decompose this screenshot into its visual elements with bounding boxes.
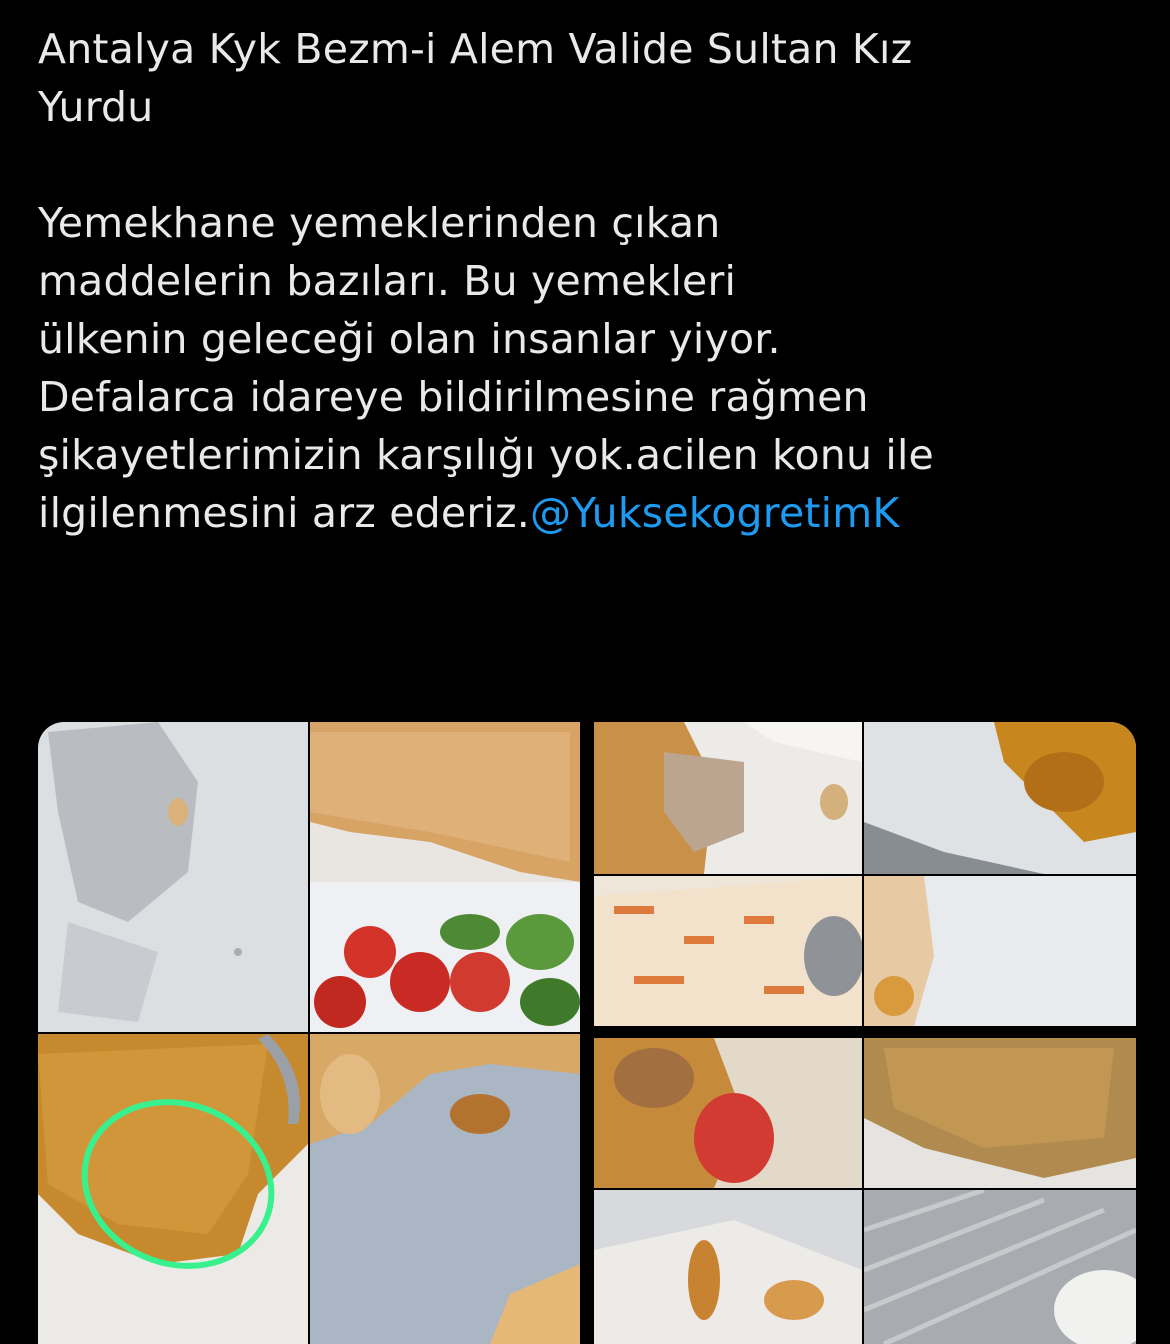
bulgur-with-circle-photo[interactable] (38, 1034, 308, 1344)
tweet-line-text: ilgilenmesini arz ederiz. (38, 489, 530, 537)
stew-tomato-photo[interactable] (594, 1038, 862, 1188)
dessert-plate-photo[interactable] (594, 1190, 862, 1344)
paper-napkin-photo[interactable] (38, 722, 308, 1032)
tomato-cucumber-salad-photo[interactable] (310, 882, 580, 1032)
media-grid[interactable] (38, 722, 1136, 1344)
tweet-text: Antalya Kyk Bezm-i Alem Valide Sultan Kı… (38, 20, 1138, 542)
rice-pilaf-photo[interactable] (594, 876, 862, 1026)
napkin-stain-photo[interactable] (864, 876, 1136, 1026)
beans-plate-photo[interactable] (310, 1034, 580, 1344)
bread-slice-photo[interactable] (310, 722, 580, 882)
tweet-line: şikayetlerimizin karşılığı yok.acilen ko… (38, 431, 934, 479)
tweet-line: Antalya Kyk Bezm-i Alem Valide Sultan Kı… (38, 25, 913, 73)
curry-plate-photo[interactable] (864, 722, 1136, 874)
right-collage[interactable] (594, 722, 1136, 1344)
mention-link[interactable]: @YuksekogretimK (530, 489, 900, 537)
bulgur-closeup-photo[interactable] (864, 1038, 1136, 1188)
meat-bulgur-photo[interactable] (594, 722, 862, 874)
left-collage[interactable] (38, 722, 580, 1344)
tweet-line-last: ilgilenmesini arz ederiz.@YuksekogretimK (38, 484, 1138, 542)
tweet-line: maddelerin bazıları. Bu yemekleri (38, 257, 737, 305)
tweet-line: Yurdu (38, 83, 154, 131)
metal-tray-photo[interactable] (864, 1190, 1136, 1344)
tweet-line: Yemekhane yemeklerinden çıkan (38, 199, 721, 247)
tweet-line: Defalarca idareye bildirilmesine rağmen (38, 373, 869, 421)
tweet-line: ülkenin geleceği olan insanlar yiyor. (38, 315, 781, 363)
